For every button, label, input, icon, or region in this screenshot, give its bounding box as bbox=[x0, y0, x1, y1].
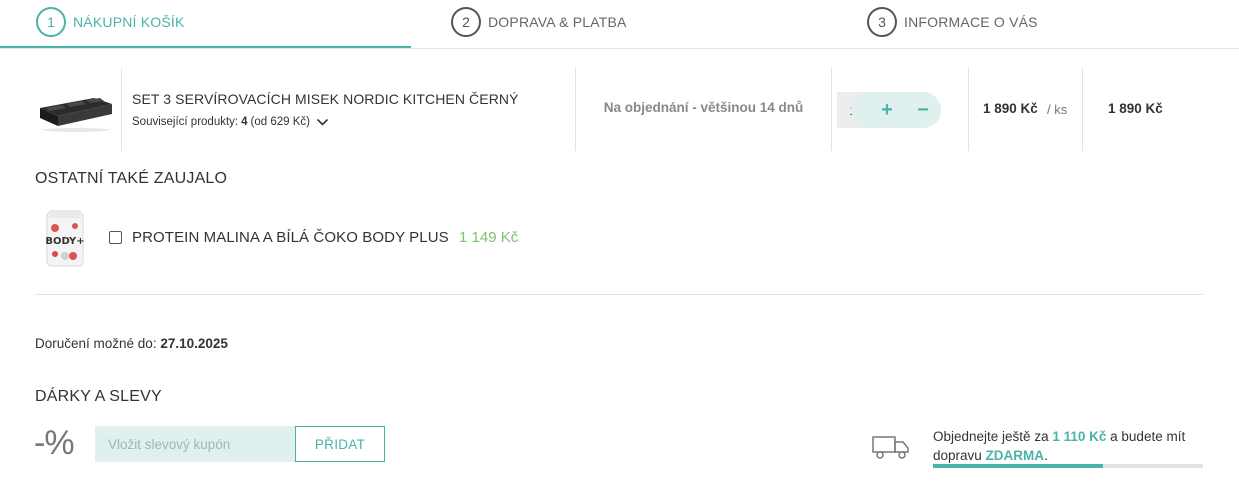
active-step-underline bbox=[0, 46, 411, 48]
checkout-steps: 1 NÁKUPNÍ KOŠÍK 2 DOPRAVA & PLATBA 3 INF… bbox=[0, 0, 1239, 49]
column-divider bbox=[831, 68, 832, 151]
availability-status: Na objednání - většinou 14 dnů bbox=[603, 100, 804, 115]
item-total-price: 1 890 Kč bbox=[1108, 101, 1163, 116]
free-shipping-progress-fill bbox=[933, 464, 1104, 468]
free-shipping-progress-bar bbox=[933, 464, 1203, 468]
add-coupon-button[interactable]: PŘIDAT bbox=[295, 426, 385, 462]
step-number: 3 bbox=[867, 7, 897, 37]
column-divider bbox=[121, 68, 122, 151]
increase-quantity-button[interactable]: + bbox=[872, 92, 902, 128]
others-section-title: OSTATNÍ TAKÉ ZAUJALO bbox=[35, 170, 228, 187]
other-product-price: 1 149 Kč bbox=[459, 229, 519, 246]
product-name[interactable]: SET 3 SERVÍROVACÍCH MISEK NORDIC KITCHEN… bbox=[132, 91, 519, 107]
add-protein-checkbox[interactable] bbox=[109, 231, 122, 244]
product-image[interactable] bbox=[36, 86, 116, 134]
discount-percent-icon: -% bbox=[34, 424, 75, 462]
cart-item-row: SET 3 SERVÍROVACÍCH MISEK NORDIC KITCHEN… bbox=[0, 68, 1239, 151]
free-shipping-remaining-amount: 1 110 Kč bbox=[1052, 429, 1107, 444]
gifts-section-title: DÁRKY A SLEVY bbox=[35, 388, 162, 405]
coupon-input[interactable] bbox=[95, 426, 295, 462]
protein-product-image[interactable]: BODY+ bbox=[43, 208, 87, 268]
section-divider bbox=[35, 294, 1203, 295]
step-label: DOPRAVA & PLATBA bbox=[488, 14, 627, 30]
free-shipping-message: Objednejte ještě za 1 110 Kč a budete mí… bbox=[933, 427, 1213, 465]
other-product-name[interactable]: PROTEIN MALINA A BÍLÁ ČOKO BODY PLUS bbox=[132, 229, 449, 246]
column-divider bbox=[968, 68, 969, 151]
step-label: INFORMACE O VÁS bbox=[904, 14, 1038, 30]
step-number: 2 bbox=[451, 7, 481, 37]
step-shipping-payment[interactable]: 2 DOPRAVA & PLATBA bbox=[451, 7, 627, 37]
quantity-stepper: + − bbox=[851, 92, 941, 128]
truck-icon bbox=[872, 436, 909, 459]
delivery-label: Doručení možné do: bbox=[35, 336, 157, 351]
step-label: NÁKUPNÍ KOŠÍK bbox=[73, 14, 185, 30]
column-divider bbox=[1082, 68, 1083, 151]
related-label: Související produkty: bbox=[132, 116, 239, 128]
chevron-down-icon bbox=[316, 118, 329, 126]
free-shipping-text-end: . bbox=[1044, 448, 1048, 463]
product-image-label: BODY+ bbox=[45, 236, 84, 247]
free-shipping-highlight: ZDARMA bbox=[985, 448, 1045, 463]
unit-price: 1 890 Kč bbox=[983, 101, 1038, 116]
related-from: (od 629 Kč) bbox=[250, 116, 310, 128]
delivery-date-info: Doručení možné do: 27.10.2025 bbox=[35, 336, 228, 351]
step-number: 1 bbox=[36, 7, 66, 37]
decrease-quantity-button[interactable]: − bbox=[908, 92, 938, 128]
step-customer-info[interactable]: 3 INFORMACE O VÁS bbox=[867, 7, 1038, 37]
related-count: 4 bbox=[241, 116, 248, 128]
related-products-toggle[interactable]: Související produkty: 4 (od 629 Kč) bbox=[132, 116, 329, 128]
step-cart[interactable]: 1 NÁKUPNÍ KOŠÍK bbox=[36, 7, 185, 37]
delivery-date: 27.10.2025 bbox=[160, 336, 228, 351]
free-shipping-text-before: Objednejte ještě za bbox=[933, 429, 1049, 444]
unit-label: / ks bbox=[1047, 102, 1068, 117]
